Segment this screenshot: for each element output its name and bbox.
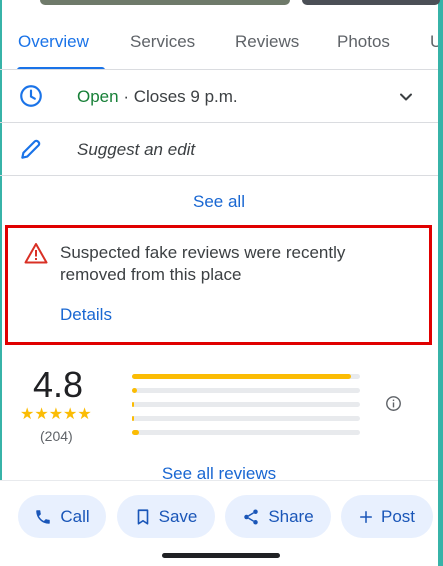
open-status: Open xyxy=(77,87,119,106)
details-link[interactable]: Details xyxy=(60,305,112,325)
rating-bar-fill xyxy=(132,430,139,435)
rating-bar-3-star xyxy=(132,402,360,407)
photo-thumbnail[interactable] xyxy=(302,0,440,5)
tab-updates[interactable]: U xyxy=(430,32,438,52)
tab-bar: Overview Services Reviews Photos U xyxy=(0,18,438,70)
see-all-link[interactable]: See all xyxy=(0,192,438,212)
plus-icon xyxy=(359,510,372,523)
action-bar: Call Save Share Post xyxy=(0,480,438,566)
tab-reviews[interactable]: Reviews xyxy=(235,32,299,52)
share-button[interactable]: Share xyxy=(225,495,331,538)
rating-bar-fill xyxy=(132,416,135,421)
save-label: Save xyxy=(158,506,198,526)
tab-overview[interactable]: Overview xyxy=(18,32,89,52)
rating-stars: ★★★★★ xyxy=(20,406,92,423)
rating-score: 4.8 xyxy=(33,364,84,405)
phone-icon xyxy=(36,509,51,524)
photo-thumbnail[interactable] xyxy=(40,0,290,5)
fake-reviews-alert: Suspected fake reviews were recently rem… xyxy=(5,225,432,345)
review-count: (204) xyxy=(40,428,73,444)
rating-bar-5-star xyxy=(132,374,360,379)
hours-text: Open · Closes 9 p.m. xyxy=(77,87,238,107)
share-label: Share xyxy=(268,506,314,526)
share-icon xyxy=(244,509,259,524)
hours-row[interactable]: Open · Closes 9 p.m. xyxy=(0,70,438,123)
rating-bar-4-star xyxy=(132,388,360,393)
pencil-icon xyxy=(21,139,41,159)
hours-separator: · xyxy=(118,87,134,106)
tab-photos[interactable]: Photos xyxy=(337,32,390,52)
rating-bar-fill xyxy=(132,374,351,379)
rating-bar-fill xyxy=(132,388,137,393)
suggest-edit-row[interactable]: Suggest an edit xyxy=(0,123,438,176)
call-button[interactable]: Call xyxy=(18,495,106,538)
bookmark-icon xyxy=(137,508,148,525)
chevron-down-icon[interactable] xyxy=(396,87,416,107)
photo-strip[interactable] xyxy=(40,0,440,5)
home-indicator[interactable] xyxy=(162,553,280,558)
window-edge-right xyxy=(438,0,443,566)
call-label: Call xyxy=(60,506,90,526)
info-icon[interactable] xyxy=(385,395,402,412)
rating-bar-1-star xyxy=(132,430,360,435)
tab-services[interactable]: Services xyxy=(130,32,195,52)
save-button[interactable]: Save xyxy=(117,495,215,538)
post-button[interactable]: Post xyxy=(341,495,433,538)
rating-bar-fill xyxy=(132,402,135,407)
post-label: Post xyxy=(380,506,416,526)
warning-icon xyxy=(24,243,48,264)
see-all-row: See all xyxy=(0,176,438,219)
closing-time: Closes 9 p.m. xyxy=(133,87,238,106)
clock-icon xyxy=(20,85,42,107)
suggest-edit-label: Suggest an edit xyxy=(77,140,196,159)
alert-message: Suspected fake reviews were recently rem… xyxy=(60,243,346,284)
rating-bar-2-star xyxy=(132,416,360,421)
